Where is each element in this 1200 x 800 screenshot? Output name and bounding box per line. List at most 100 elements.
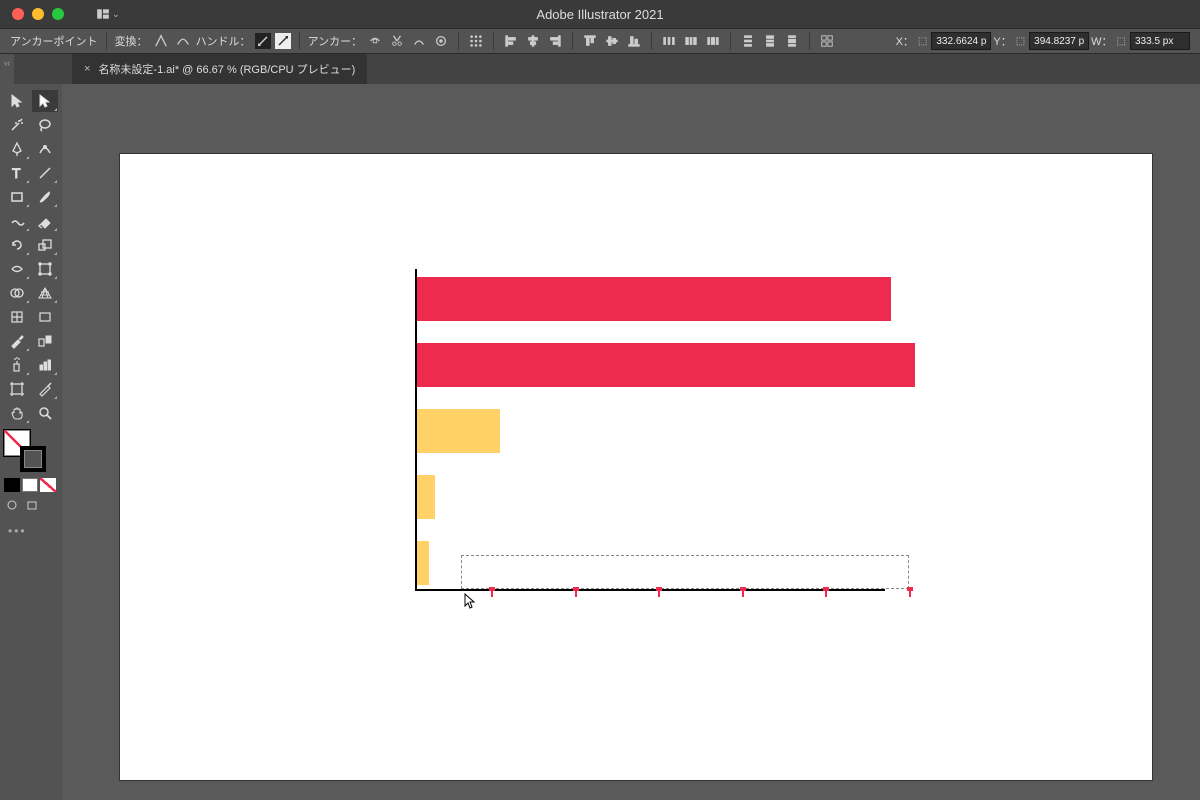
fill-stroke-control[interactable] [4,430,40,466]
selection-marquee [461,555,909,589]
close-tab-icon[interactable]: × [84,63,90,75]
tool-panel: T [0,84,62,800]
none-fill-mode[interactable] [40,478,56,492]
curvature-tool[interactable] [32,138,58,160]
pen-tool[interactable] [4,138,30,160]
panel-collapse-strip[interactable]: ‹‹ [0,54,14,84]
distribute-h1-icon[interactable] [660,32,678,50]
link-w-icon[interactable]: ⬚ [1117,36,1126,47]
slice-tool[interactable] [32,378,58,400]
x-field[interactable] [931,32,991,50]
align-hcenter-icon[interactable] [524,32,542,50]
gradient-tool[interactable] [32,306,58,328]
link-xy-icon[interactable]: ⬚ [918,36,927,47]
chart-bar[interactable] [417,541,429,585]
stroke-swatch[interactable] [20,446,46,472]
type-tool[interactable]: T [4,162,30,184]
color-fill-mode[interactable] [4,478,20,492]
line-tool[interactable] [32,162,58,184]
canvas-area[interactable] [62,84,1200,800]
symbol-sprayer-tool[interactable] [4,354,30,376]
link-y-icon[interactable]: ⬚ [1016,36,1025,47]
distribute-h2-icon[interactable] [682,32,700,50]
transform-label: 変換： [115,33,148,49]
scale-tool[interactable] [32,234,58,256]
minimize-window-button[interactable] [32,8,44,20]
align-bottom-icon[interactable] [625,32,643,50]
eyedropper-tool[interactable] [4,330,30,352]
zoom-tool[interactable] [32,402,58,424]
chart-bar[interactable] [417,343,915,387]
color-mode-row [4,478,58,492]
width-tool[interactable] [4,258,30,280]
lasso-tool[interactable] [32,114,58,136]
connect-path-icon[interactable] [410,32,428,50]
graph-tool[interactable] [32,354,58,376]
remove-anchor-icon[interactable] [366,32,384,50]
convert-smooth-icon[interactable] [174,32,192,50]
draw-behind-icon[interactable] [24,498,40,512]
distribute-v1-icon[interactable] [739,32,757,50]
align-top-icon[interactable] [581,32,599,50]
handle-label: ハンドル： [196,33,251,49]
axis-tick[interactable] [575,589,577,597]
workspace-switcher[interactable]: ⌄ [96,7,120,21]
handle-mode-1[interactable] [255,33,271,49]
shape-builder-tool[interactable] [4,282,30,304]
edit-toolbar-button[interactable]: ••• [4,524,58,538]
close-window-button[interactable] [12,8,24,20]
axis-tick[interactable] [658,589,660,597]
document-tab[interactable]: × 名称未設定-1.ai* @ 66.67 % (RGB/CPU プレビュー) [72,54,367,84]
w-label: W： [1091,33,1112,49]
hand-tool[interactable] [4,402,30,424]
w-field[interactable] [1130,32,1190,50]
document-tab-bar: × 名称未設定-1.ai* @ 66.67 % (RGB/CPU プレビュー) [0,54,1200,84]
transform-panel-icon[interactable] [818,32,836,50]
chart-x-axis [415,589,885,591]
cut-path-icon[interactable] [388,32,406,50]
perspective-grid-tool[interactable] [32,282,58,304]
axis-tick[interactable] [825,589,827,597]
isolate-icon[interactable] [432,32,450,50]
align-grid-icon[interactable] [467,32,485,50]
distribute-v3-icon[interactable] [783,32,801,50]
artboard[interactable] [120,154,1152,780]
rectangle-tool[interactable] [4,186,30,208]
axis-tick[interactable] [742,589,744,597]
control-bar: アンカーポイント 変換： ハンドル： アンカー： X： ⬚ Y： ⬚ W： ⬚ [0,28,1200,54]
distribute-v2-icon[interactable] [761,32,779,50]
blend-tool[interactable] [32,330,58,352]
free-transform-tool[interactable] [32,258,58,280]
gradient-fill-mode[interactable] [22,478,38,492]
distribute-h3-icon[interactable] [704,32,722,50]
convert-corner-icon[interactable] [152,32,170,50]
eraser-tool[interactable] [32,210,58,232]
shaper-tool[interactable] [4,210,30,232]
y-field[interactable] [1029,32,1089,50]
chart-bar[interactable] [417,277,891,321]
document-tab-title: 名称未設定-1.ai* @ 66.67 % (RGB/CPU プレビュー) [98,61,355,77]
paintbrush-tool[interactable] [32,186,58,208]
x-label: X： [896,33,914,49]
selection-tool[interactable] [4,90,30,112]
align-vcenter-icon[interactable] [603,32,621,50]
y-label: Y： [993,33,1011,49]
axis-tick[interactable] [491,589,493,597]
draw-normal-icon[interactable] [4,498,20,512]
align-right-icon[interactable] [546,32,564,50]
magic-wand-tool[interactable] [4,114,30,136]
work-area: T [0,84,1200,800]
mesh-tool[interactable] [4,306,30,328]
handle-mode-2[interactable] [275,33,291,49]
traffic-lights [12,8,64,20]
chart-bar[interactable] [417,409,500,453]
chart-bars-group [417,277,915,589]
chart-bar[interactable] [417,475,435,519]
rotate-tool[interactable] [4,234,30,256]
axis-tick[interactable] [909,589,911,597]
align-left-icon[interactable] [502,32,520,50]
direct-selection-tool[interactable] [32,90,58,112]
artboard-tool[interactable] [4,378,30,400]
bar-chart-object[interactable] [415,269,915,599]
zoom-window-button[interactable] [52,8,64,20]
